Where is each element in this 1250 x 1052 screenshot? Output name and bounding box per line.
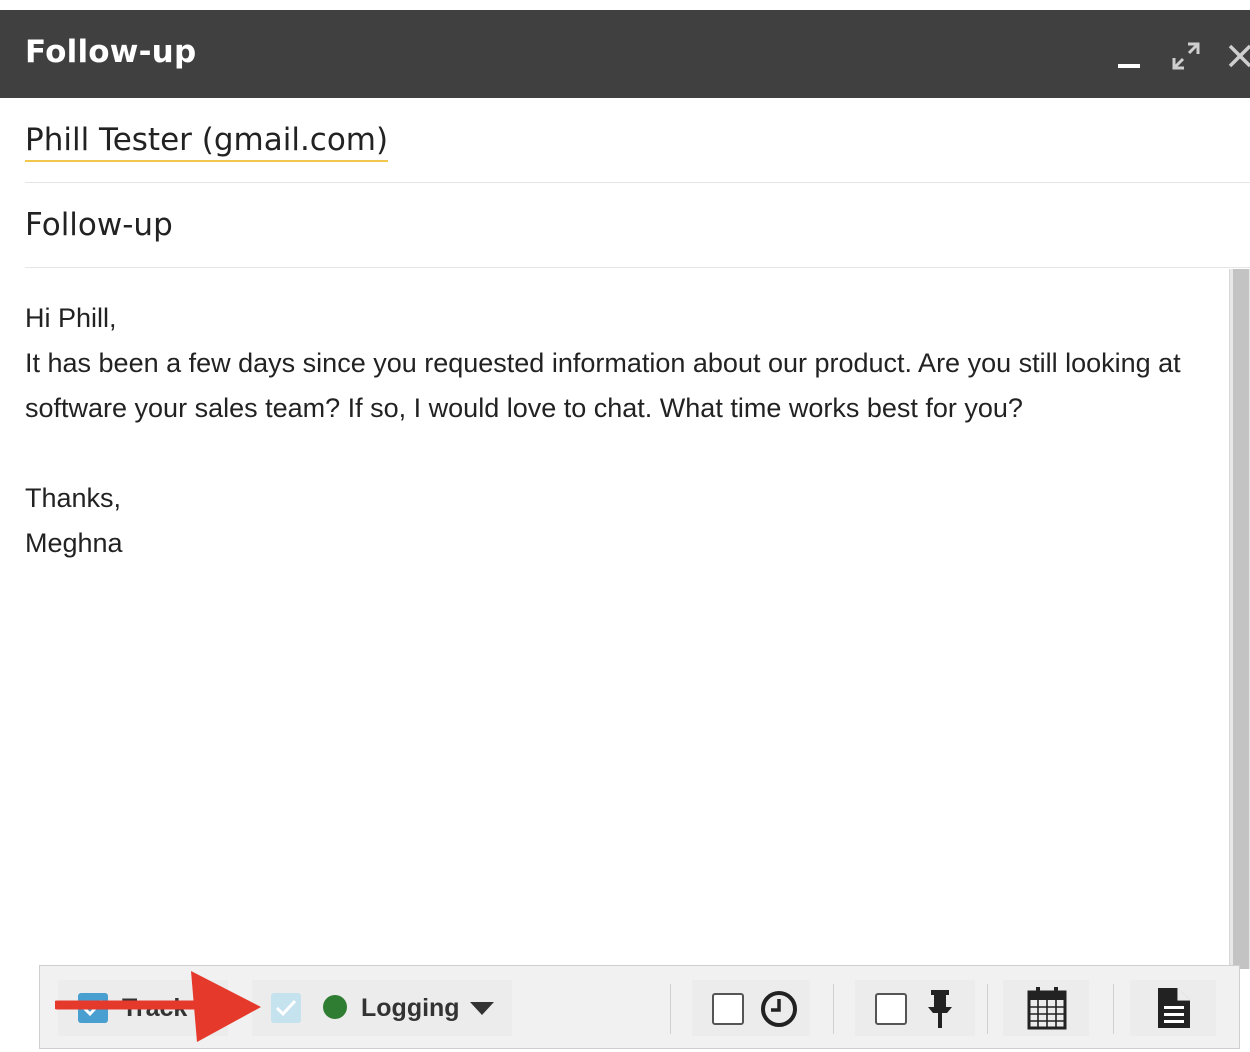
expand-icon <box>1172 42 1200 70</box>
scrollbar-thumb[interactable] <box>1233 269 1249 969</box>
body-closing: Thanks, <box>25 483 122 513</box>
toolbar-divider <box>987 984 988 1034</box>
window-title: Follow-up <box>25 34 197 70</box>
message-body[interactable]: Hi Phill, It has been a few days since y… <box>25 296 1215 566</box>
toolbar-divider <box>670 984 671 1034</box>
clock-icon[interactable] <box>760 990 798 1028</box>
pin-icon[interactable] <box>925 988 955 1030</box>
toolbar-divider <box>1113 984 1114 1034</box>
recipient-chip[interactable]: Phill Tester (gmail.com) <box>25 122 389 162</box>
schedule-group[interactable] <box>692 980 810 1036</box>
recipients-row[interactable]: Phill Tester (gmail.com) <box>25 98 1250 183</box>
compose-window: Follow-up Phill Tester (gmail.com) Follo… <box>0 0 1250 1052</box>
checkmark-icon <box>275 999 297 1017</box>
logging-label[interactable]: Logging <box>361 994 460 1023</box>
document-icon[interactable] <box>1156 986 1192 1030</box>
close-icon <box>1228 44 1250 68</box>
body-paragraph: It has been a few days since you request… <box>25 348 1181 423</box>
template-group[interactable] <box>1130 980 1216 1036</box>
calendar-group[interactable] <box>1003 980 1089 1036</box>
body-greeting: Hi Phill, <box>25 303 117 333</box>
toolbar-divider <box>833 984 834 1034</box>
subject-field[interactable]: Follow-up <box>25 207 173 243</box>
vertical-scrollbar[interactable] <box>1229 269 1250 969</box>
minimize-button[interactable] <box>1112 38 1148 74</box>
schedule-checkbox[interactable] <box>712 993 744 1025</box>
body-signature: Meghna <box>25 528 123 558</box>
close-button[interactable] <box>1222 38 1250 74</box>
reminder-group[interactable] <box>855 980 975 1036</box>
reminder-checkbox[interactable] <box>875 993 907 1025</box>
logging-checkbox[interactable] <box>271 993 301 1023</box>
annotation-arrow <box>55 971 261 1042</box>
expand-button[interactable] <box>1168 38 1204 74</box>
title-bar: Follow-up <box>0 10 1250 98</box>
chevron-down-icon[interactable] <box>469 1000 495 1016</box>
minimize-icon <box>1118 64 1140 68</box>
logging-group[interactable]: Logging <box>252 980 512 1036</box>
calendar-icon[interactable] <box>1026 986 1068 1030</box>
logging-status-dot <box>323 995 347 1019</box>
subject-row[interactable]: Follow-up <box>25 183 1250 268</box>
